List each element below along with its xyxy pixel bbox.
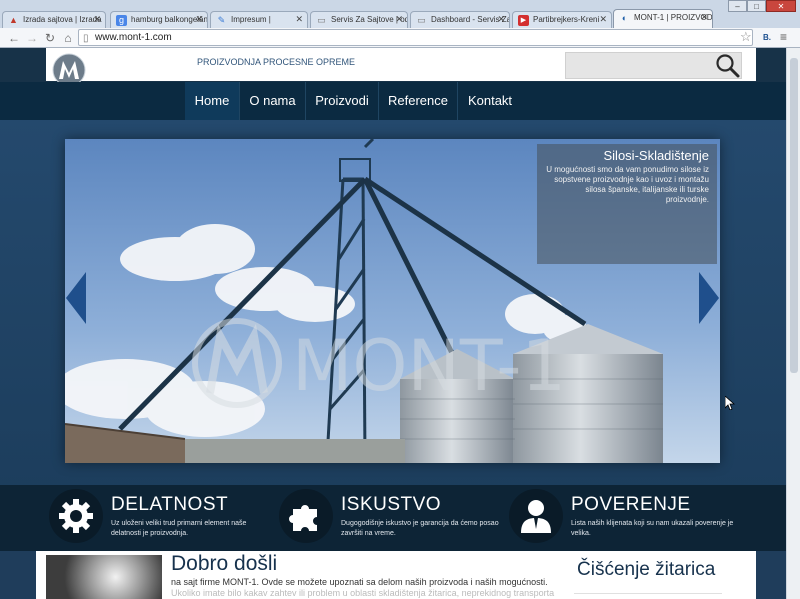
scrollbar-thumb[interactable] xyxy=(790,58,798,373)
slide-caption-title: Silosi-Skladištenje xyxy=(603,148,710,163)
logo-text: MONT-1 xyxy=(90,56,190,84)
slider-next-arrow-icon[interactable] xyxy=(699,272,719,324)
feature-poverenje xyxy=(509,489,563,543)
slide-caption: Silosi-Skladištenje U mogućnosti smo da … xyxy=(537,144,717,264)
google-favicon-icon: g xyxy=(116,15,127,26)
nav-home[interactable]: Home xyxy=(185,82,240,120)
address-bar[interactable]: ▯ www.mont-1.com xyxy=(78,29,753,46)
tab-close-icon[interactable]: ✕ xyxy=(295,14,303,25)
nav-reference[interactable]: Reference xyxy=(379,82,458,120)
tab-close-icon[interactable]: ✕ xyxy=(395,14,403,25)
tab-close-icon[interactable]: ✕ xyxy=(195,14,203,25)
pen-favicon-icon: ✎ xyxy=(217,15,226,25)
maximize-icon[interactable]: □ xyxy=(747,0,766,12)
tab-label: Impresum | xyxy=(231,15,271,24)
close-window-icon[interactable]: ✕ xyxy=(766,0,796,12)
tab-close-icon[interactable]: ✕ xyxy=(599,14,607,25)
page-favicon-icon: ▭ xyxy=(317,15,326,25)
bookmark-star-icon[interactable]: ☆ xyxy=(740,29,752,45)
feature-desc: Dugogodišnje iskustvo je garancija da će… xyxy=(341,520,499,537)
browser-tab[interactable]: ▭ Servis Za Sajtove | odr ✕ xyxy=(310,11,408,28)
welcome-title: Dobro došli xyxy=(171,552,278,575)
sidebar-title[interactable]: Čišćenje žitarica xyxy=(577,559,715,581)
browser-tab[interactable]: g hamburg balkongeländ ✕ xyxy=(110,11,208,28)
url-text: www.mont-1.com xyxy=(95,32,172,43)
feature-desc: Uz uloženi veliki trud primarni element … xyxy=(111,520,247,537)
feature-desc: Lista naših klijenata koji su nam ukazal… xyxy=(571,520,734,537)
browser-chrome: ▲ Izrada sajtova | Izrada ✕ g hamburg ba… xyxy=(0,0,800,48)
warning-favicon-icon: ▲ xyxy=(9,15,18,25)
tab-close-icon[interactable]: ✕ xyxy=(700,12,708,23)
feature-title: ISKUSTVO xyxy=(341,494,442,515)
mont1-watermark: MONT-1 xyxy=(192,318,566,408)
back-arrow-icon[interactable]: ← xyxy=(6,30,22,46)
page-favicon-icon: ▭ xyxy=(417,15,426,25)
feature-title: POVERENJE xyxy=(571,494,691,515)
page-icon: ▯ xyxy=(83,33,89,44)
nav-proizvodi[interactable]: Proizvodi xyxy=(306,82,379,120)
feature-title: DELATNOST xyxy=(111,494,229,515)
watermark-text: MONT-1 xyxy=(292,325,566,407)
puzzle-icon xyxy=(289,505,317,531)
browser-tab[interactable]: ▭ Dashboard - Servis Za ✕ xyxy=(410,11,510,28)
menu-icon[interactable]: ≡ xyxy=(780,30,787,44)
minimize-icon[interactable]: – xyxy=(728,0,747,12)
mouse-cursor-icon xyxy=(725,396,735,410)
nav-kontakt[interactable]: Kontakt xyxy=(458,82,522,120)
page-scrollbar[interactable] xyxy=(786,48,800,599)
gear-icon xyxy=(59,499,93,533)
divider xyxy=(574,593,722,594)
mont1-favicon-icon: ◐ xyxy=(621,13,628,23)
tab-close-icon[interactable]: ✕ xyxy=(497,14,505,25)
welcome-text-faded: Ukoliko imate bilo kakav zahtev ili prob… xyxy=(171,588,555,598)
person-icon xyxy=(521,500,551,533)
reload-icon[interactable]: ↻ xyxy=(42,30,58,46)
browser-tab[interactable]: ▲ Izrada sajtova | Izrada ✕ xyxy=(2,11,106,28)
feature-delatnost xyxy=(49,489,103,543)
tab-label: Partibrejkers-Kreni xyxy=(533,15,600,24)
tab-label: Izrada sajtova | Izrada xyxy=(23,15,102,24)
nav-o-nama[interactable]: O nama xyxy=(240,82,306,120)
search-icon[interactable] xyxy=(715,53,741,79)
extension-icon[interactable]: B. xyxy=(760,31,774,45)
browser-tab-active[interactable]: ◐ MONT-1 | PROIZVOD ✕ xyxy=(613,9,713,28)
browser-tab[interactable]: ✎ Impresum | ✕ xyxy=(210,11,308,28)
youtube-favicon-icon: ▶ xyxy=(518,15,529,26)
welcome-thumbnail xyxy=(46,555,162,599)
tab-strip: ▲ Izrada sajtova | Izrada ✕ g hamburg ba… xyxy=(0,0,800,28)
slider-prev-arrow-icon[interactable] xyxy=(66,272,86,324)
slide-caption-text: U mogućnosti smo da vam ponudimo silose … xyxy=(546,165,709,204)
forward-arrow-icon[interactable]: → xyxy=(24,30,40,46)
home-icon[interactable]: ⌂ xyxy=(60,30,76,46)
website: MONT-1 PROIZVODNJA PROCESNE OPREME Home … xyxy=(0,48,786,599)
site-tagline: PROIZVODNJA PROCESNE OPREME xyxy=(197,57,356,67)
feature-iskustvo xyxy=(279,489,333,543)
tab-close-icon[interactable]: ✕ xyxy=(93,14,101,25)
welcome-text: na sajt firme MONT-1. Ovde se možete upo… xyxy=(171,577,548,587)
browser-toolbar: ← → ↻ ⌂ ▯ www.mont-1.com xyxy=(0,28,800,48)
browser-tab[interactable]: ▶ Partibrejkers-Kreni ✕ xyxy=(512,11,612,28)
window-controls: – □ ✕ xyxy=(728,0,796,12)
